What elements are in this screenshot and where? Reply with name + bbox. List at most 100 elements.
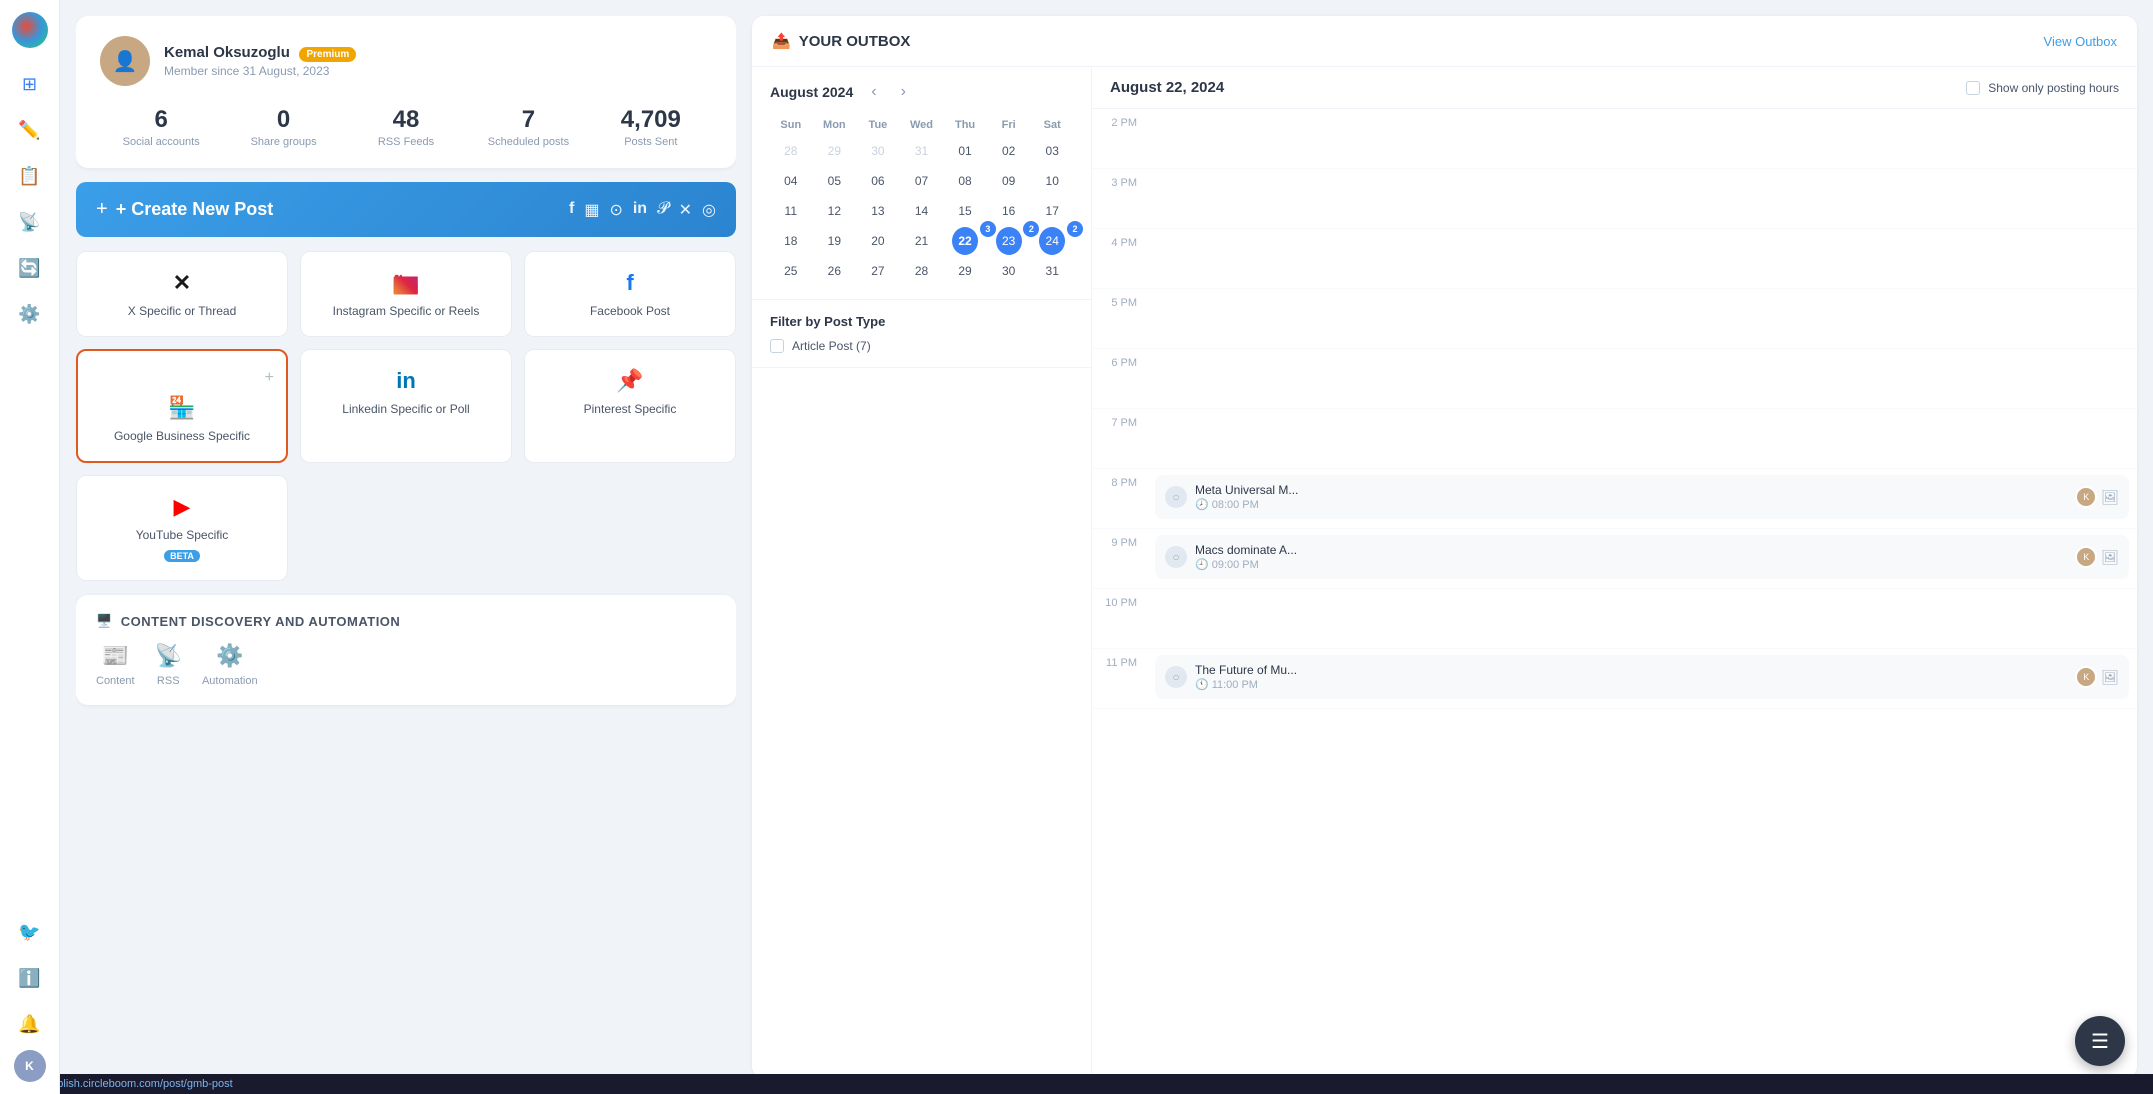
sidebar-item-notifications[interactable]: 🔔 (10, 1004, 50, 1044)
cal-cell[interactable]: 28 (770, 137, 812, 165)
timeline-content-9pm: ○ Macs dominate A... 🕘 09:00 PM K (1147, 529, 2137, 588)
cal-cell[interactable]: 14 (901, 197, 943, 225)
post-type-linkedin-label: Linkedin Specific or Poll (342, 402, 469, 416)
filter-label-article: Article Post (7) (792, 339, 871, 353)
cal-cell[interactable]: 27 (857, 257, 899, 285)
time-label-5pm: 5 PM (1092, 289, 1147, 348)
stat-sent: 4,709 Posts Sent (590, 106, 712, 148)
sidebar-item-compose[interactable]: ✏️ (10, 110, 50, 150)
calendar-prev-button[interactable]: ‹ (865, 81, 882, 103)
cal-cell[interactable]: 11 (770, 197, 812, 225)
time-label-3pm: 3 PM (1092, 169, 1147, 228)
post-type-instagram[interactable]: 📷 Instagram Specific or Reels (300, 251, 512, 337)
cal-cell-23[interactable]: 23 (996, 227, 1022, 255)
post-type-google[interactable]: + 🏪 Google Business Specific (76, 349, 288, 463)
cal-cell[interactable]: 21 (901, 227, 943, 255)
timeline-row-2pm: 2 PM (1092, 109, 2137, 169)
content-icon: 📰 (102, 643, 129, 669)
calendar-next-button[interactable]: › (895, 81, 912, 103)
cal-cell[interactable]: 28 (901, 257, 943, 285)
beta-badge: BETA (164, 550, 200, 562)
cal-header-mon: Mon (814, 115, 856, 135)
timeline-content-6pm (1147, 349, 2137, 408)
cal-cell[interactable]: 06 (857, 167, 899, 195)
cal-cell[interactable]: 31 (901, 137, 943, 165)
discovery-item-automation[interactable]: ⚙️ Automation (202, 643, 258, 687)
discovery-item-content[interactable]: 📰 Content (96, 643, 135, 687)
cal-cell[interactable]: 08 (944, 167, 986, 195)
avatar[interactable]: K (14, 1050, 46, 1082)
filter-title: Filter by Post Type (770, 314, 1073, 329)
cal-cell[interactable]: 07 (901, 167, 943, 195)
post-type-pinterest[interactable]: 📌 Pinterest Specific (524, 349, 736, 463)
sidebar-item-info[interactable]: ℹ️ (10, 958, 50, 998)
time-label-11pm: 11 PM (1092, 649, 1147, 708)
cal-cell[interactable]: 02 (988, 137, 1030, 165)
post-card-macs[interactable]: ○ Macs dominate A... 🕘 09:00 PM K (1155, 535, 2129, 579)
cal-cell[interactable]: 31 (1031, 257, 1073, 285)
post-type-linkedin[interactable]: in Linkedin Specific or Poll (300, 349, 512, 463)
post-time-macs: 🕘 09:00 PM (1195, 558, 2067, 571)
cal-cell[interactable]: 10 (1031, 167, 1073, 195)
cal-cell[interactable]: 25 (770, 257, 812, 285)
cal-cell[interactable]: 15 (944, 197, 986, 225)
post-avatars-future: K 🖼 (2075, 666, 2119, 688)
cal-cell[interactable]: 30 (988, 257, 1030, 285)
stat-value-sent: 4,709 (590, 106, 712, 134)
sidebar-item-dashboard[interactable]: ⊞ (10, 64, 50, 104)
post-type-x[interactable]: ✕ X Specific or Thread (76, 251, 288, 337)
calendar-grid: Sun Mon Tue Wed Thu Fri Sat 28 29 30 31 … (770, 115, 1073, 285)
image-icon-macs: 🖼 (2101, 549, 2119, 566)
cal-cell[interactable]: 13 (857, 197, 899, 225)
facebook-icon: f (569, 200, 574, 220)
google-platform-icon: 🏪 (168, 395, 195, 421)
cal-cell[interactable]: 16 (988, 197, 1030, 225)
sidebar-item-rss[interactable]: 📡 (10, 202, 50, 242)
cal-cell-today[interactable]: 22 (952, 227, 978, 255)
fab-button[interactable]: ☰ (2075, 1016, 2125, 1066)
view-outbox-link[interactable]: View Outbox (2044, 34, 2117, 49)
post-type-youtube[interactable]: ▶ YouTube Specific BETA (76, 475, 288, 581)
linkedin-icon: in (633, 200, 647, 220)
sidebar-item-settings[interactable]: ⚙️ (10, 294, 50, 334)
post-card-future[interactable]: ○ The Future of Mu... 🕚 11:00 PM K (1155, 655, 2129, 699)
cal-cell[interactable]: 29 (814, 137, 856, 165)
discovery-item-rss[interactable]: 📡 RSS (155, 643, 182, 687)
cal-cell[interactable]: 19 (814, 227, 856, 255)
sidebar-item-queue[interactable]: 📋 (10, 156, 50, 196)
cal-cell[interactable]: 29 (944, 257, 986, 285)
post-avatar: K (2075, 486, 2097, 508)
cal-cell-24[interactable]: 24 (1039, 227, 1065, 255)
create-post-button[interactable]: + + Create New Post f ▦ ⊙ in 𝓟 ✕ ◎ (76, 182, 736, 237)
cal-cell[interactable]: 09 (988, 167, 1030, 195)
cal-cell[interactable]: 04 (770, 167, 812, 195)
timeline-row-5pm: 5 PM (1092, 289, 2137, 349)
cal-header-fri: Fri (988, 115, 1030, 135)
cal-cell[interactable]: 20 (857, 227, 899, 255)
cal-cell[interactable]: 17 (1031, 197, 1073, 225)
time-label-7pm: 7 PM (1092, 409, 1147, 468)
posting-hours-checkbox[interactable] (1966, 81, 1980, 95)
timeline-row-9pm: 9 PM ○ Macs dominate A... 🕘 09:00 PM (1092, 529, 2137, 589)
stat-social-accounts: 6 Social accounts (100, 106, 222, 148)
time-label-4pm: 4 PM (1092, 229, 1147, 288)
cal-cell[interactable]: 05 (814, 167, 856, 195)
filter-checkbox-article[interactable] (770, 339, 784, 353)
post-title-macs: Macs dominate A... (1195, 543, 2067, 557)
post-type-facebook[interactable]: f Facebook Post (524, 251, 736, 337)
cal-cell[interactable]: 30 (857, 137, 899, 165)
stat-label-social: Social accounts (100, 136, 222, 148)
cal-cell[interactable]: 18 (770, 227, 812, 255)
sidebar-item-recycle[interactable]: 🔄 (10, 248, 50, 288)
outbox-header: 📤 YOUR OUTBOX View Outbox (752, 16, 2137, 67)
stat-value-groups: 0 (222, 106, 344, 134)
outbox-left: August 2024 ‹ › Sun Mon Tue Wed Thu Fri … (752, 67, 1092, 1078)
cal-cell[interactable]: 26 (814, 257, 856, 285)
sidebar-item-twitter[interactable]: 🐦 (10, 912, 50, 952)
cal-cell[interactable]: 12 (814, 197, 856, 225)
post-card-meta[interactable]: ○ Meta Universal M... 🕗 08:00 PM K (1155, 475, 2129, 519)
stat-value-social: 6 (100, 106, 222, 134)
cal-cell[interactable]: 01 (944, 137, 986, 165)
cal-cell[interactable]: 03 (1031, 137, 1073, 165)
app-logo[interactable] (12, 12, 48, 48)
